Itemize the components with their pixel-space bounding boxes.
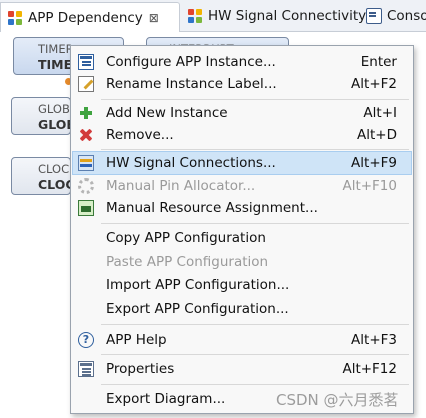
menu-item-copy-app-configuration[interactable]: Copy APP Configuration <box>73 227 411 249</box>
menu-item-manual-pin-allocator[interactable]: Manual Pin Allocator... Alt+F10 <box>73 175 411 197</box>
app-dependency-icon <box>7 10 23 26</box>
menu-separator <box>101 354 409 355</box>
tab-label: APP Dependency <box>28 9 143 26</box>
properties-icon <box>78 361 94 377</box>
menu-item-app-help[interactable]: ? APP Help Alt+F3 <box>73 329 411 351</box>
tab-label: HW Signal Connectivity <box>208 8 367 24</box>
node-type-label: GLOB <box>38 102 70 116</box>
configure-icon <box>78 54 94 70</box>
tab-label: Conso <box>387 8 426 24</box>
menu-item-properties[interactable]: Properties Alt+F12 <box>73 358 411 380</box>
menu-separator <box>101 99 409 100</box>
menu-item-paste-app-configuration[interactable]: Paste APP Configuration <box>73 251 411 273</box>
pin-allocator-icon <box>78 178 94 194</box>
menu-item-add-new-instance[interactable]: Add New Instance Alt+I <box>73 102 411 124</box>
menu-item-remove[interactable]: Remove... Alt+D <box>73 124 411 146</box>
tab-app-dependency[interactable]: APP Dependency ⊠ <box>0 2 180 32</box>
menu-separator <box>101 384 409 385</box>
menu-item-import-app-configuration[interactable]: Import APP Configuration... <box>73 274 411 296</box>
console-icon <box>366 8 382 24</box>
menu-separator <box>101 149 409 150</box>
remove-icon <box>78 127 94 143</box>
menu-item-configure-app-instance[interactable]: Configure APP Instance... Enter <box>73 51 411 73</box>
menu-separator <box>101 324 409 325</box>
editor-tab-bar: APP Dependency ⊠ HW Signal Connectivity … <box>0 0 426 32</box>
tab-hw-signal-connectivity[interactable]: HW Signal Connectivity <box>183 2 366 30</box>
rename-icon <box>78 76 94 92</box>
app-node-clock[interactable]: CLOC CLOC <box>11 157 75 195</box>
help-icon: ? <box>78 332 94 348</box>
plus-icon <box>78 105 94 121</box>
menu-item-hw-signal-connections[interactable]: HW Signal Connections... Alt+F9 <box>72 151 412 175</box>
tab-console[interactable]: Conso <box>362 2 426 30</box>
menu-item-manual-resource-assignment[interactable]: Manual Resource Assignment... <box>73 197 411 219</box>
node-type-label: CLOC <box>38 162 70 176</box>
signal-connections-icon <box>78 155 94 171</box>
close-icon[interactable]: ⊠ <box>149 11 159 25</box>
context-menu: Configure APP Instance... Enter Rename I… <box>70 45 414 414</box>
watermark: CSDN @六月悉茗 <box>276 391 399 409</box>
menu-item-export-app-configuration[interactable]: Export APP Configuration... <box>73 298 411 320</box>
node-instance-label: CLOC <box>38 177 75 192</box>
node-instance-label: GLOB <box>38 117 76 132</box>
menu-separator <box>101 223 409 224</box>
resource-assignment-icon <box>78 200 94 216</box>
app-node-global[interactable]: GLOB GLOB <box>11 97 76 135</box>
hw-signal-icon <box>187 8 203 24</box>
menu-item-rename-instance-label[interactable]: Rename Instance Label... Alt+F2 <box>73 73 411 95</box>
